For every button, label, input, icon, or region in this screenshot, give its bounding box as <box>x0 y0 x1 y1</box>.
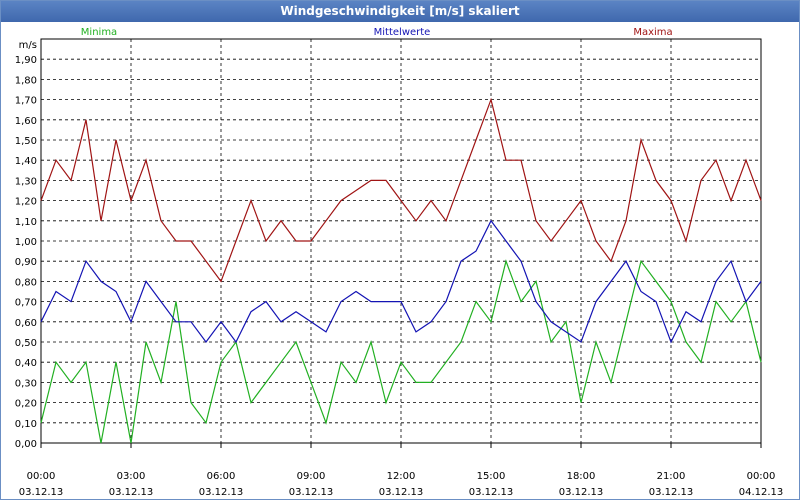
wind-speed-chart: 0,00 0,10 0,20 0,30 0,40 0,50 0,60 0,70 0,80 0,90… <box>15 27 784 498</box>
x-tick-time: 00:00 <box>747 471 776 482</box>
y-tick-label: 1,50 <box>15 136 37 147</box>
y-tick-label: 1,30 <box>15 176 37 187</box>
x-tick-time: 21:00 <box>657 471 686 482</box>
x-tick-date: 03.12.13 <box>109 487 154 498</box>
x-tick-date: 03.12.13 <box>649 487 694 498</box>
y-tick-label: 0,60 <box>15 318 37 329</box>
legend-item-minima: Minima <box>81 27 117 38</box>
y-tick-label: 0,40 <box>15 358 37 369</box>
x-tick-date: 03.12.13 <box>199 487 244 498</box>
y-tick-label: 0,00 <box>15 439 37 450</box>
legend-item-mittelwerte: Mittelwerte <box>374 27 431 38</box>
legend-item-maxima: Maxima <box>633 27 672 38</box>
x-tick-date: 03.12.13 <box>379 487 424 498</box>
x-tick-date: 03.12.13 <box>559 487 604 498</box>
y-tick-label: 1,40 <box>15 156 37 167</box>
x-tick-time: 06:00 <box>207 471 236 482</box>
x-tick-date: 03.12.13 <box>289 487 334 498</box>
y-tick-label: 0,70 <box>15 298 37 309</box>
y-tick-label: 0,50 <box>15 338 37 349</box>
y-tick-label: 0,10 <box>15 419 37 430</box>
y-tick-label: 0,90 <box>15 257 37 268</box>
y-tick-label: 0,20 <box>15 399 37 410</box>
window-title: Windgeschwindigkeit [m/s] skaliert <box>280 4 520 18</box>
x-tick-date: 03.12.13 <box>19 487 64 498</box>
chart-window: Windgeschwindigkeit [m/s] skaliert 0,00 0… <box>0 0 800 500</box>
x-tick-date: 03.12.13 <box>469 487 514 498</box>
y-tick-label: 1,00 <box>15 237 37 248</box>
x-tick-time: 12:00 <box>387 471 416 482</box>
y-tick-label: 1,20 <box>15 197 37 208</box>
x-tick-date: 04.12.13 <box>739 487 784 498</box>
x-tick-time: 09:00 <box>297 471 326 482</box>
y-tick-label: 1,60 <box>15 116 37 127</box>
title-bar: Windgeschwindigkeit [m/s] skaliert <box>1 1 799 22</box>
y-tick-label: 0,30 <box>15 378 37 389</box>
y-tick-label: 0,80 <box>15 277 37 288</box>
x-tick-time: 00:00 <box>27 471 56 482</box>
y-tick-label: 1,70 <box>15 96 37 107</box>
x-tick-time: 18:00 <box>567 471 596 482</box>
x-tick-time: 15:00 <box>477 471 506 482</box>
x-tick-time: 03:00 <box>117 471 146 482</box>
y-tick-label: 1,90 <box>15 55 37 66</box>
y-tick-label: 1,10 <box>15 217 37 228</box>
y-axis-label: m/s <box>19 40 37 51</box>
y-tick-label: 1,80 <box>15 75 37 86</box>
